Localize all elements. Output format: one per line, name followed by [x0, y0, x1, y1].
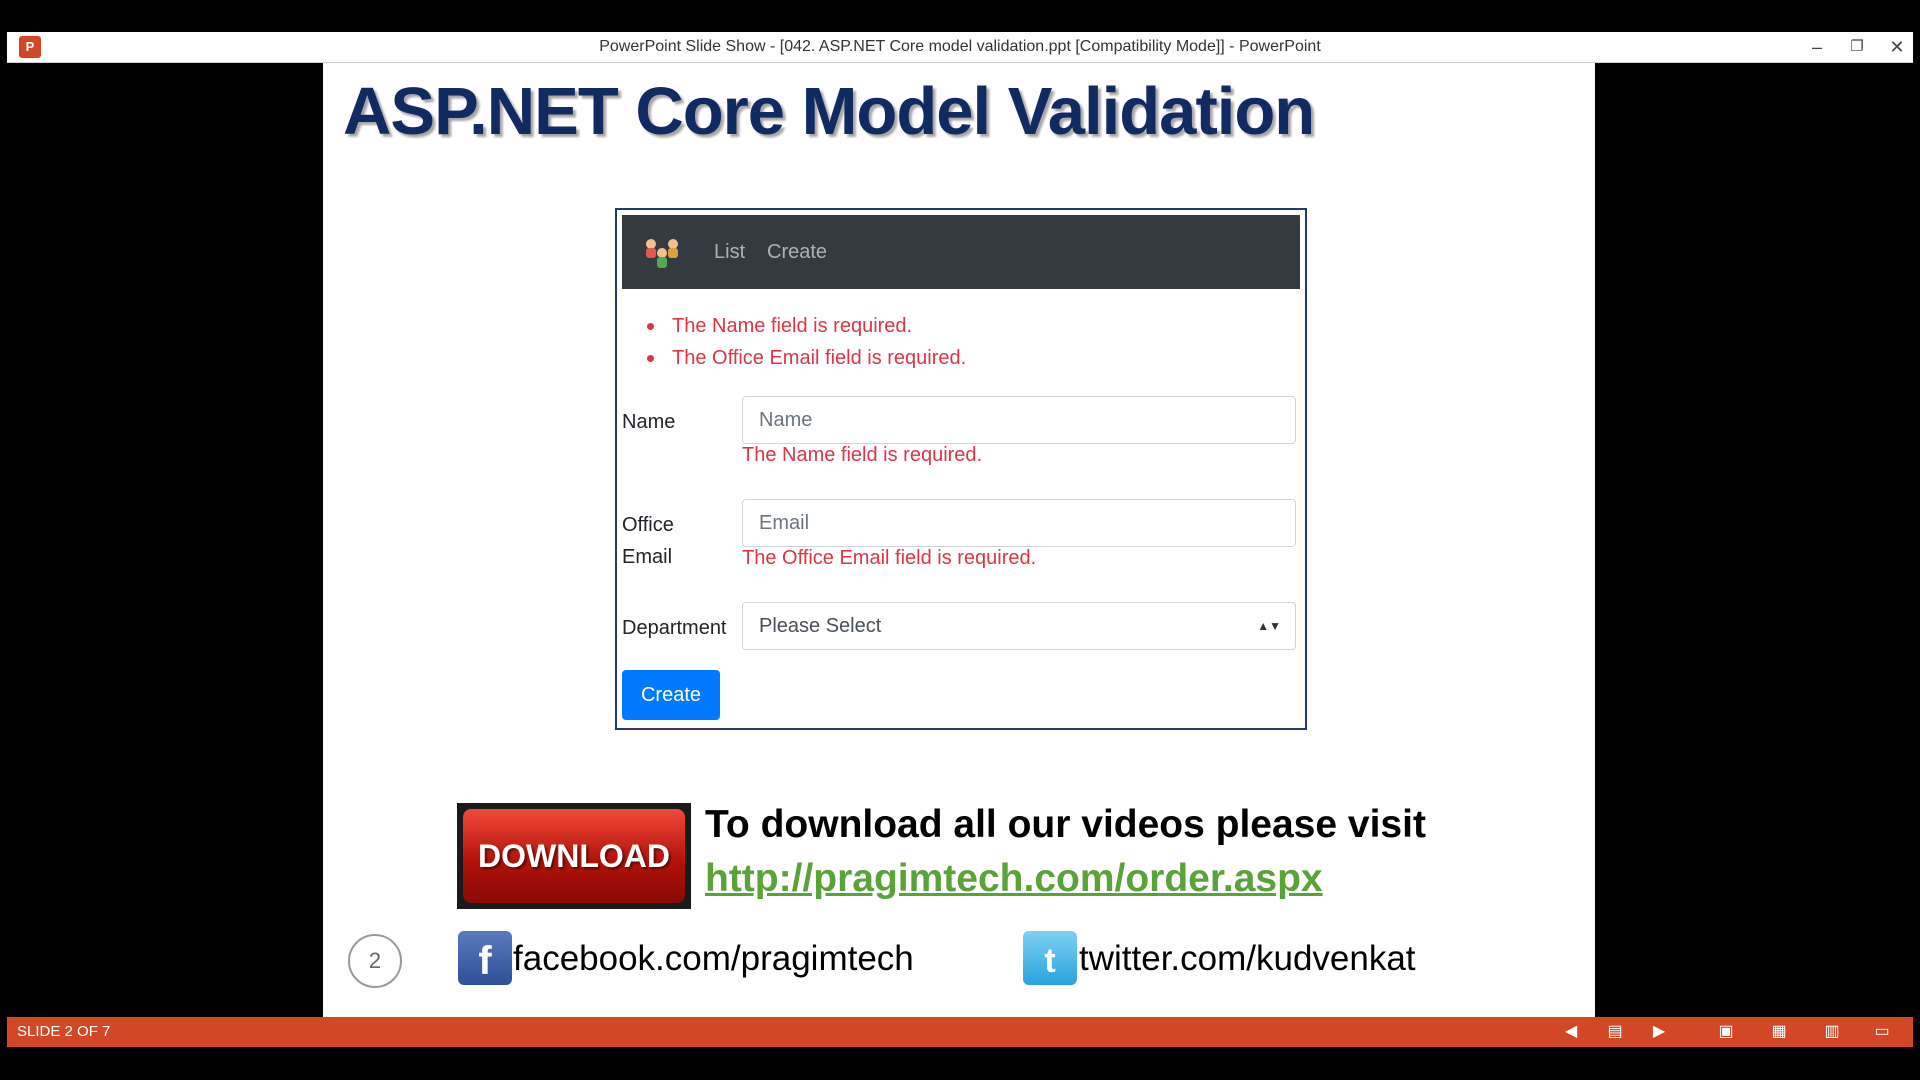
next-icon[interactable]: ▶ — [1648, 1021, 1670, 1043]
slide-sorter-icon[interactable]: ▦ — [1768, 1021, 1790, 1043]
previous-icon[interactable]: ◀ — [1560, 1021, 1582, 1043]
promo-link[interactable]: http://pragimtech.com/order.aspx — [705, 857, 1323, 901]
notes-icon[interactable]: ▤ — [1604, 1021, 1626, 1043]
name-input[interactable]: Name — [742, 396, 1296, 444]
restore-button[interactable]: ❐ — [1837, 32, 1877, 62]
department-value: Please Select — [759, 615, 882, 637]
nav-list-link[interactable]: List — [714, 241, 745, 264]
email-label: Email — [622, 546, 673, 568]
slide[interactable]: ASP.NET Core Model Validation List Creat… — [323, 63, 1595, 1017]
select-arrows-icon: ▲▼ — [1257, 619, 1281, 633]
office-label: Office — [622, 514, 674, 536]
download-badge-label: DOWNLOAD — [463, 809, 685, 903]
window-title: PowerPoint Slide Show - [042. ASP.NET Co… — [599, 38, 1321, 55]
status-bar: SLIDE 2 OF 7 ◀ ▤ ▶ ▣ ▦ ▥ ▭ — [7, 1017, 1913, 1047]
email-input[interactable]: Email — [742, 499, 1296, 547]
title-bar: P PowerPoint Slide Show - [042. ASP.NET … — [7, 32, 1913, 63]
minimize-button[interactable]: – — [1797, 32, 1837, 62]
slide-counter: SLIDE 2 OF 7 — [17, 1023, 111, 1040]
close-button[interactable]: ✕ — [1877, 32, 1917, 62]
summary-error: The Name field is required. — [647, 310, 966, 342]
department-label: Department — [622, 617, 727, 639]
download-badge[interactable]: DOWNLOAD — [457, 803, 691, 909]
reading-view-icon[interactable]: ▥ — [1821, 1021, 1843, 1043]
app-screenshot: List Create The Name field is required. … — [615, 208, 1307, 730]
navbar: List Create — [622, 215, 1300, 289]
department-select[interactable]: Please Select ▲▼ — [742, 602, 1296, 650]
create-button[interactable]: Create — [622, 670, 720, 720]
slide-show-icon[interactable]: ▭ — [1871, 1021, 1893, 1043]
employees-logo-icon — [646, 239, 678, 268]
email-error: The Office Email field is required. — [742, 547, 1037, 569]
twitter-link[interactable]: twitter.com/kudvenkat — [1079, 939, 1416, 979]
twitter-icon: t — [1023, 931, 1077, 985]
facebook-link[interactable]: facebook.com/pragimtech — [513, 939, 914, 979]
normal-view-icon[interactable]: ▣ — [1715, 1021, 1737, 1043]
name-label: Name — [622, 411, 676, 433]
validation-summary: The Name field is required. The Office E… — [647, 310, 966, 374]
nav-create-link[interactable]: Create — [767, 241, 827, 264]
name-error: The Name field is required. — [742, 444, 983, 466]
slide-title: ASP.NET Core Model Validation — [343, 74, 1315, 149]
slide-number: 2 — [348, 934, 402, 988]
facebook-icon: f — [458, 931, 512, 985]
promo-text: To download all our videos please visit — [705, 803, 1426, 846]
summary-error: The Office Email field is required. — [647, 342, 966, 374]
